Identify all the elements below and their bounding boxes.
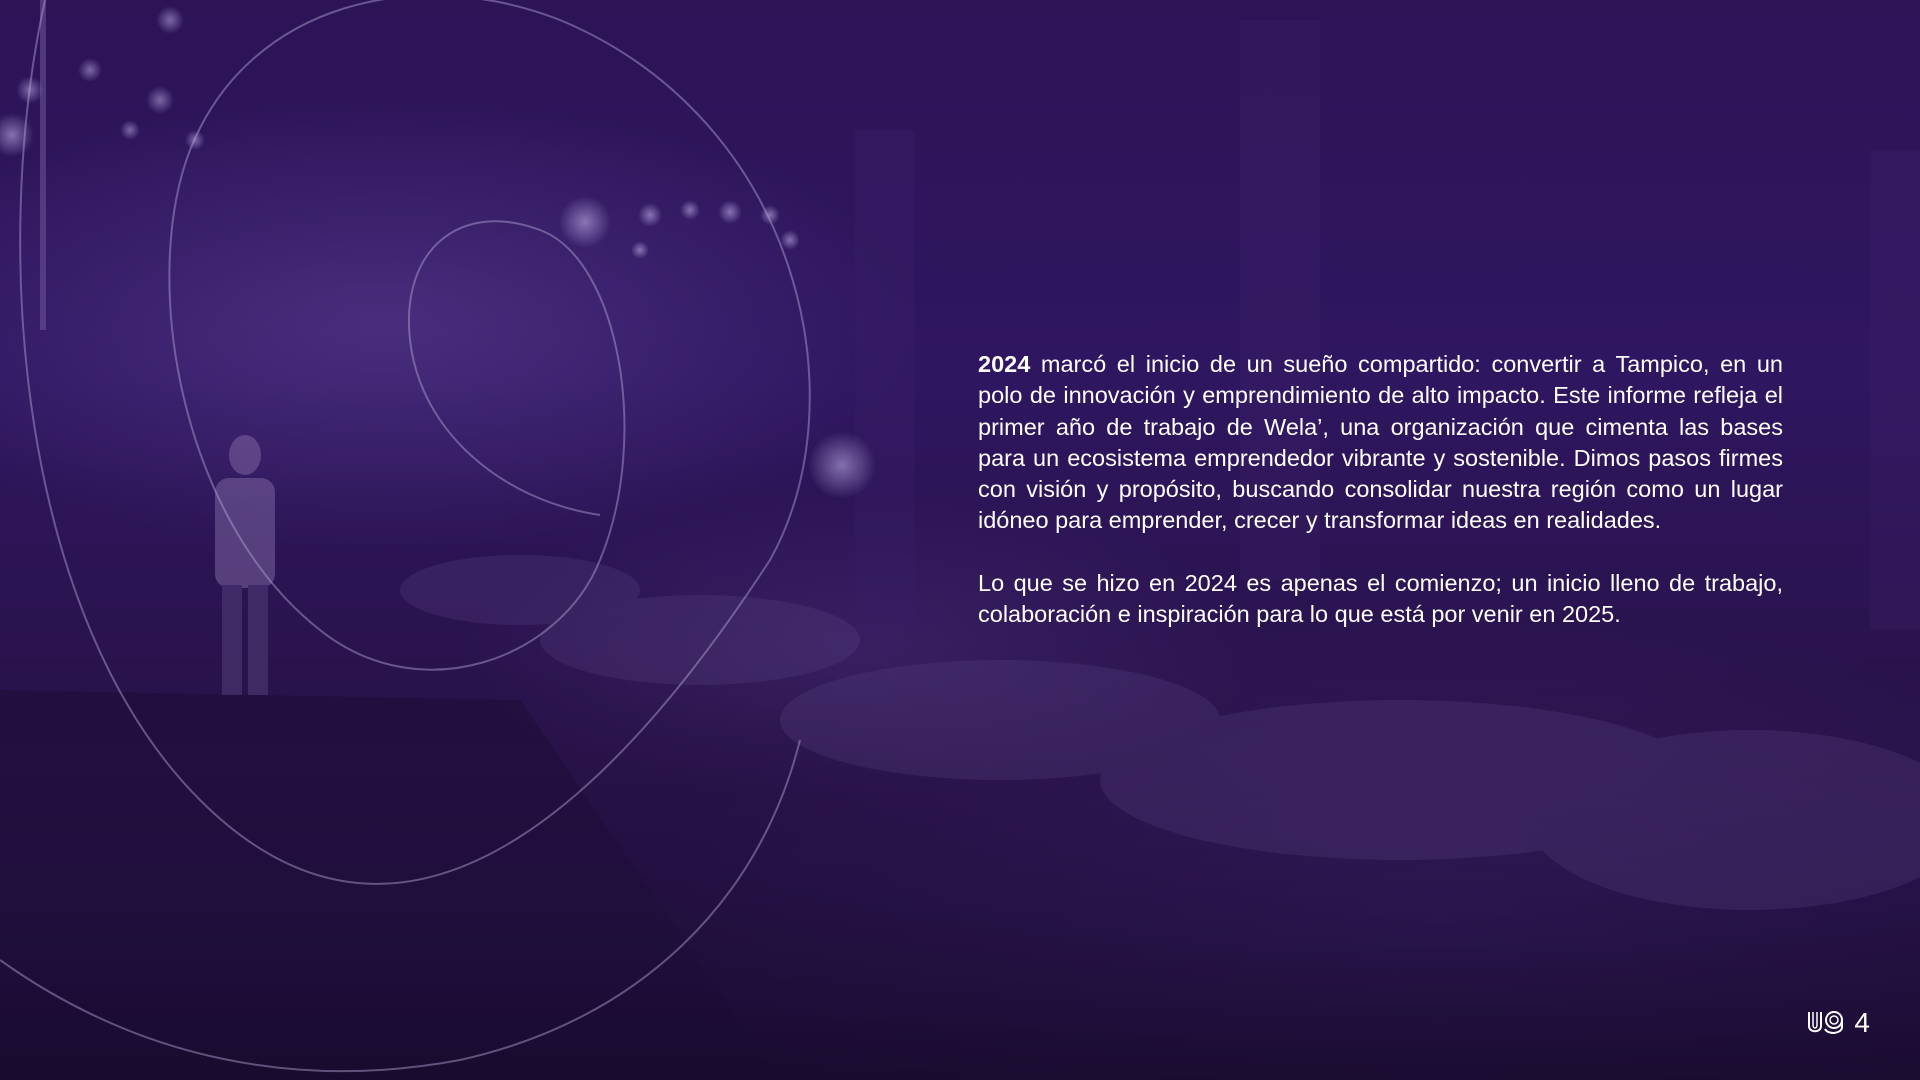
intro-text-block: 2024 marcó el inicio de un sueño compart… bbox=[978, 349, 1783, 661]
chandelier-left bbox=[16, 0, 205, 330]
page-footer: 4 bbox=[1806, 1008, 1870, 1038]
year-highlight: 2024 bbox=[978, 351, 1031, 377]
wela-logo-icon bbox=[1806, 1009, 1846, 1037]
closing-paragraph: Lo que se hizo en 2024 es apenas el comi… bbox=[978, 569, 1783, 628]
page-number: 4 bbox=[1854, 1007, 1870, 1038]
report-page: 2024 marcó el inicio de un sueño compart… bbox=[0, 0, 1920, 1080]
intro-paragraph: 2024 marcó el inicio de un sueño compart… bbox=[978, 349, 1783, 537]
speaker-silhouette bbox=[215, 435, 275, 695]
chandelier-center bbox=[0, 113, 876, 499]
intro-paragraph-text: marcó el inicio de un sueño compartido: … bbox=[978, 351, 1783, 534]
